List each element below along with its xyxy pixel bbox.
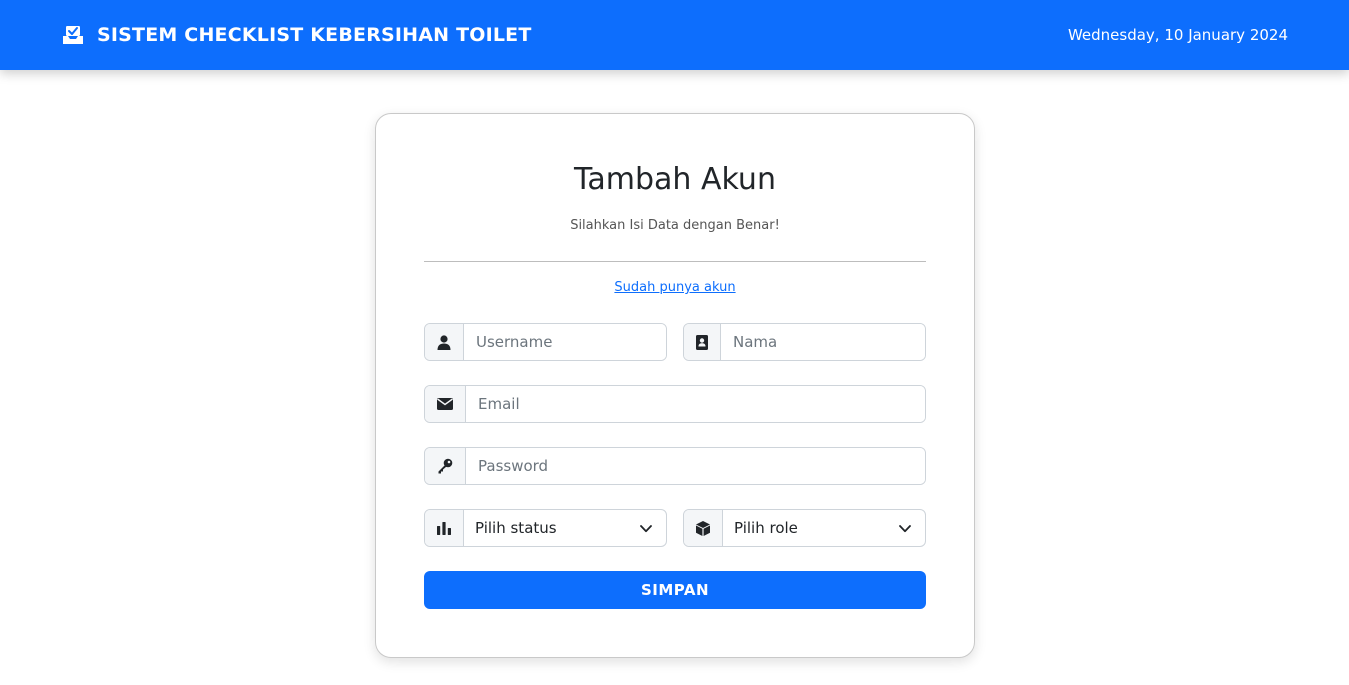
top-navbar: SISTEM CHECKLIST KEBERSIHAN TOILET Wedne… [0,0,1349,70]
status-select[interactable]: Pilih status [464,510,666,546]
email-group [424,385,926,423]
divider [424,261,926,262]
address-book-icon [684,324,721,360]
password-group [424,447,926,485]
key-icon [425,448,466,484]
page-subtitle: Silahkan Isi Data dengan Benar! [570,218,780,233]
login-link[interactable]: Sudah punya akun [375,280,975,295]
save-button[interactable]: SIMPAN [424,571,926,609]
role-select[interactable]: Pilih role [723,510,925,546]
bar-chart-icon [425,510,464,546]
user-icon [425,324,464,360]
status-group: Pilih status [424,509,667,547]
page-title: Tambah Akun [574,162,776,197]
status-select-value: Pilih status [475,519,557,537]
role-select-value: Pilih role [734,519,798,537]
envelope-icon [425,386,466,422]
chevron-down-icon [899,519,911,537]
username-group [424,323,667,361]
brand[interactable]: SISTEM CHECKLIST KEBERSIHAN TOILET [61,24,532,46]
cube-icon [684,510,723,546]
app-title: SISTEM CHECKLIST KEBERSIHAN TOILET [97,24,532,46]
username-input[interactable] [464,324,666,360]
nama-group [683,323,926,361]
role-group: Pilih role [683,509,926,547]
inbox-check-icon [61,24,85,46]
password-input[interactable] [466,448,925,484]
nama-input[interactable] [721,324,925,360]
email-input[interactable] [466,386,925,422]
chevron-down-icon [640,519,652,537]
current-date: Wednesday, 10 January 2024 [1067,26,1288,44]
